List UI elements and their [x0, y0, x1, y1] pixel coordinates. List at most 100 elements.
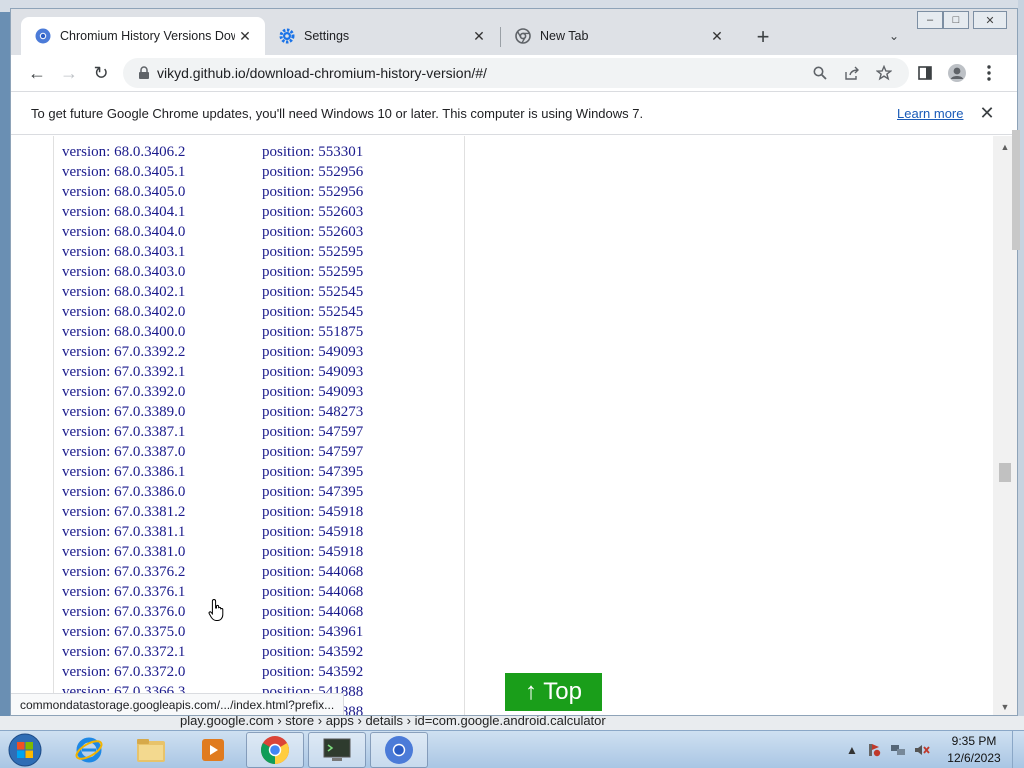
profile-icon[interactable] — [943, 59, 971, 87]
reload-button[interactable]: ↻ — [87, 59, 115, 87]
version-row[interactable]: version: 67.0.3387.1 position: 547597 — [54, 423, 464, 443]
version-link[interactable]: version: 68.0.3405.0 — [62, 184, 185, 201]
version-link[interactable]: version: 67.0.3389.0 — [62, 404, 185, 421]
position-link[interactable]: position: 552603 — [262, 224, 363, 241]
position-link[interactable]: position: 552956 — [262, 184, 363, 201]
version-row[interactable]: version: 68.0.3405.0 position: 552956 — [54, 183, 464, 203]
position-link[interactable]: position: 547597 — [262, 444, 363, 461]
show-desktop-button[interactable] — [1012, 730, 1024, 768]
version-link[interactable]: version: 67.0.3386.1 — [62, 464, 185, 481]
taskbar-chrome-button[interactable] — [246, 732, 304, 768]
version-link[interactable]: version: 68.0.3404.1 — [62, 204, 185, 221]
new-tab-button[interactable]: + — [751, 24, 775, 49]
taskbar-terminal-button[interactable] — [308, 732, 366, 768]
version-link[interactable]: version: 67.0.3376.0 — [62, 604, 185, 621]
position-link[interactable]: position: 544068 — [262, 604, 363, 621]
action-center-icon[interactable] — [866, 742, 882, 758]
version-row[interactable]: version: 67.0.3381.2 position: 545918 — [54, 503, 464, 523]
version-row[interactable]: version: 67.0.3392.2 position: 549093 — [54, 343, 464, 363]
position-link[interactable]: position: 545918 — [262, 504, 363, 521]
version-link[interactable]: version: 67.0.3372.1 — [62, 644, 185, 661]
taskbar-ie-button[interactable] — [60, 732, 118, 768]
version-link[interactable]: version: 67.0.3392.2 — [62, 344, 185, 361]
version-link[interactable]: version: 68.0.3403.0 — [62, 264, 185, 281]
version-row[interactable]: version: 67.0.3381.0 position: 545918 — [54, 543, 464, 563]
version-row[interactable]: version: 68.0.3403.0 position: 552595 — [54, 263, 464, 283]
version-row[interactable]: version: 68.0.3404.0 position: 552603 — [54, 223, 464, 243]
side-panel-icon[interactable] — [911, 59, 939, 87]
version-row[interactable]: version: 67.0.3376.0 position: 544068 — [54, 603, 464, 623]
position-link[interactable]: position: 552545 — [262, 284, 363, 301]
tab-new-tab[interactable]: New Tab ✕ — [501, 17, 737, 55]
position-link[interactable]: position: 552956 — [262, 164, 363, 181]
version-row[interactable]: version: 67.0.3386.1 position: 547395 — [54, 463, 464, 483]
version-row[interactable]: version: 68.0.3402.0 position: 552545 — [54, 303, 464, 323]
minimize-button[interactable]: – — [917, 11, 943, 29]
scroll-to-top-button[interactable]: ↑ Top — [505, 673, 602, 711]
taskbar-explorer-button[interactable] — [122, 732, 180, 768]
version-link[interactable]: version: 67.0.3392.0 — [62, 384, 185, 401]
position-link[interactable]: position: 549093 — [262, 384, 363, 401]
address-bar[interactable]: vikyd.github.io/download-chromium-histor… — [123, 58, 909, 88]
version-link[interactable]: version: 67.0.3372.0 — [62, 664, 185, 681]
position-link[interactable]: position: 543592 — [262, 664, 363, 681]
version-link[interactable]: version: 67.0.3376.2 — [62, 564, 185, 581]
position-link[interactable]: position: 549093 — [262, 364, 363, 381]
version-link[interactable]: version: 68.0.3402.1 — [62, 284, 185, 301]
close-icon[interactable]: ✕ — [707, 26, 727, 46]
version-link[interactable]: version: 67.0.3387.0 — [62, 444, 185, 461]
version-link[interactable]: version: 68.0.3405.1 — [62, 164, 185, 181]
share-icon[interactable] — [841, 62, 863, 84]
position-link[interactable]: position: 552603 — [262, 204, 363, 221]
version-link[interactable]: version: 68.0.3406.2 — [62, 144, 185, 161]
version-link[interactable]: version: 67.0.3375.0 — [62, 624, 185, 641]
position-link[interactable]: position: 548273 — [262, 404, 363, 421]
position-link[interactable]: position: 543961 — [262, 624, 363, 641]
position-link[interactable]: position: 552545 — [262, 304, 363, 321]
version-link[interactable]: version: 68.0.3400.0 — [62, 324, 185, 341]
version-row[interactable]: version: 67.0.3392.0 position: 549093 — [54, 383, 464, 403]
back-button[interactable]: ← — [23, 59, 51, 87]
version-row[interactable]: version: 67.0.3375.0 position: 543961 — [54, 623, 464, 643]
start-button[interactable] — [3, 732, 47, 768]
network-icon[interactable] — [890, 742, 906, 758]
position-link[interactable]: position: 553301 — [262, 144, 363, 161]
scrollbar-thumb[interactable] — [999, 463, 1011, 482]
taskbar-media-player-button[interactable] — [184, 732, 242, 768]
position-link[interactable]: position: 547395 — [262, 464, 363, 481]
version-link[interactable]: version: 67.0.3392.1 — [62, 364, 185, 381]
show-hidden-icons-icon[interactable]: ▲ — [844, 742, 860, 758]
tab-settings[interactable]: Settings ✕ — [265, 17, 499, 55]
version-row[interactable]: version: 68.0.3406.2 position: 553301 — [54, 143, 464, 163]
maximize-button[interactable]: □ — [943, 11, 969, 29]
learn-more-link[interactable]: Learn more — [897, 106, 963, 121]
close-icon[interactable]: ✕ — [235, 26, 255, 46]
version-link[interactable]: version: 67.0.3386.0 — [62, 484, 185, 501]
position-link[interactable]: position: 547395 — [262, 484, 363, 501]
kebab-menu-icon[interactable] — [975, 59, 1003, 87]
version-link[interactable]: version: 68.0.3403.1 — [62, 244, 185, 261]
version-link[interactable]: version: 67.0.3376.1 — [62, 584, 185, 601]
position-link[interactable]: position: 543592 — [262, 644, 363, 661]
infobar-close-button[interactable]: ✕ — [977, 102, 997, 124]
version-row[interactable]: version: 68.0.3404.1 position: 552603 — [54, 203, 464, 223]
version-row[interactable]: version: 68.0.3405.1 position: 552956 — [54, 163, 464, 183]
version-link[interactable]: version: 67.0.3381.0 — [62, 544, 185, 561]
version-row[interactable]: version: 68.0.3402.1 position: 552545 — [54, 283, 464, 303]
version-link[interactable]: version: 67.0.3387.1 — [62, 424, 185, 441]
tab-search-button[interactable]: ⌄ — [883, 25, 905, 47]
position-link[interactable]: position: 552595 — [262, 264, 363, 281]
position-link[interactable]: position: 545918 — [262, 524, 363, 541]
scroll-down-arrow[interactable]: ▼ — [993, 702, 1017, 715]
version-link[interactable]: version: 68.0.3404.0 — [62, 224, 185, 241]
version-row[interactable]: version: 67.0.3376.2 position: 544068 — [54, 563, 464, 583]
position-link[interactable]: position: 544068 — [262, 564, 363, 581]
clock-time[interactable]: 9:35 PM — [944, 734, 1004, 748]
version-row[interactable]: version: 68.0.3403.1 position: 552595 — [54, 243, 464, 263]
version-row[interactable]: version: 67.0.3381.1 position: 545918 — [54, 523, 464, 543]
position-link[interactable]: position: 545918 — [262, 544, 363, 561]
version-row[interactable]: version: 67.0.3372.1 position: 543592 — [54, 643, 464, 663]
close-window-button[interactable]: ✕ — [973, 11, 1007, 29]
position-link[interactable]: position: 552595 — [262, 244, 363, 261]
position-link[interactable]: position: 547597 — [262, 424, 363, 441]
